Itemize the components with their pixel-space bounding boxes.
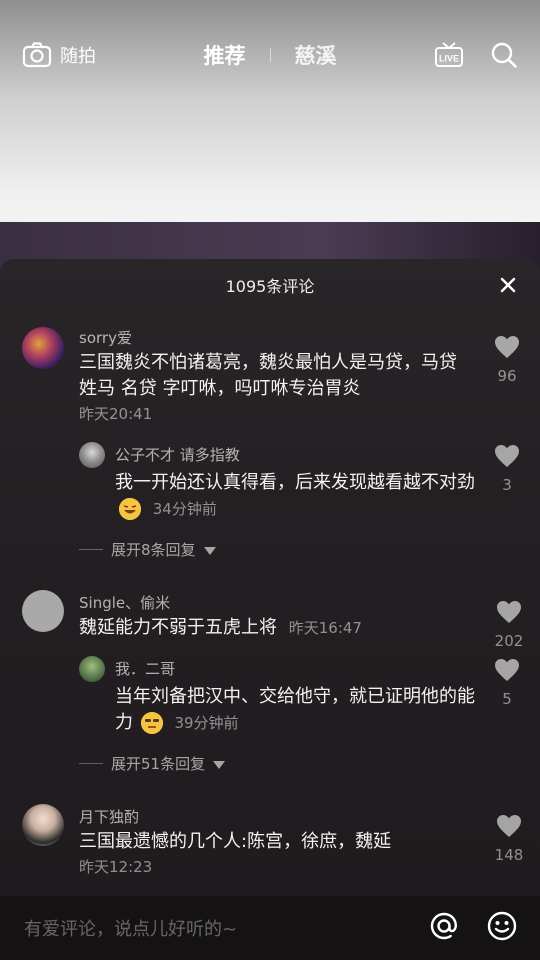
comment-body: 魏延能力不弱于五虎上将 [79, 617, 277, 638]
avatar[interactable] [22, 327, 64, 369]
comment-username[interactable]: sorry爱 [79, 327, 132, 348]
comment-text[interactable]: 魏延能力不弱于五虎上将 昨天16:47 [79, 615, 479, 641]
heart-icon [494, 335, 520, 363]
reply-time: 34分钟前 [152, 500, 217, 518]
heart-icon [496, 600, 522, 628]
heart-icon [494, 444, 520, 472]
like-button[interactable]: 202 [494, 600, 524, 650]
laughing-emoji-icon [119, 498, 141, 520]
avatar[interactable] [79, 656, 105, 682]
avatar[interactable] [22, 590, 64, 632]
reply-text[interactable]: 当年刘备把汉中、交给他守，就已证明他的能力 39分钟前 [115, 684, 477, 736]
comment-count-title: 1095条评论 [225, 277, 315, 296]
tab-local[interactable]: 慈溪 [295, 40, 337, 70]
camera-label: 随拍 [60, 46, 96, 67]
avatar[interactable] [79, 442, 105, 468]
comment-body: 三国最遗憾的几个人:陈宫，徐庶，魏延 [79, 831, 392, 852]
camera-button[interactable]: 随拍 [22, 42, 96, 68]
divider-line [79, 763, 103, 764]
like-count: 96 [497, 367, 517, 385]
at-mention-icon[interactable] [428, 910, 460, 946]
avatar[interactable] [22, 804, 64, 846]
comment-time: 昨天16:47 [288, 619, 362, 637]
divider-line [79, 549, 103, 550]
reply-username[interactable]: 公子不才 请多指教 [115, 444, 240, 465]
reply-time: 39分钟前 [174, 714, 239, 732]
comment-username[interactable]: Single、偷米 [79, 592, 170, 613]
like-button[interactable]: 148 [494, 814, 524, 864]
comment-time: 昨天20:41 [79, 405, 153, 423]
svg-text:LIVE: LIVE [439, 54, 459, 64]
comment-text[interactable]: 三国魏炎不怕诸葛亮，魏炎最怕人是马贷，马贷 姓马 名贷 字叮咻，吗叮咻专治胃炎 [79, 350, 479, 402]
comment-text[interactable]: 三国最遗憾的几个人:陈宫，徐庶，魏延 [79, 829, 479, 855]
comment-body: 三国魏炎不怕诸葛亮，魏炎最怕人是马贷，马贷 姓马 名贷 字叮咻，吗叮咻专治胃炎 [79, 352, 457, 399]
comment-username[interactable]: 月下独酌 [79, 806, 139, 827]
search-icon[interactable] [490, 41, 518, 69]
expand-replies-button[interactable]: 展开51条回复 [79, 753, 226, 774]
expand-replies-label: 展开8条回复 [111, 541, 196, 559]
comment-input-bar: 有爱评论，说点儿好听的~ [0, 896, 540, 960]
heart-icon [496, 814, 522, 842]
comment-time: 昨天12:23 [79, 858, 153, 876]
reply-body: 我一开始还认真得看，后来发现越看越不对劲 [115, 472, 475, 493]
caret-down-icon [213, 755, 226, 773]
comment-sheet: 1095条评论 sorry爱 三国魏炎不怕诸葛亮，魏炎最怕人是马贷，马贷 姓马 … [0, 259, 540, 896]
comment-input[interactable]: 有爱评论，说点儿好听的~ [24, 915, 237, 941]
like-count: 202 [494, 632, 524, 650]
close-icon[interactable] [496, 273, 520, 297]
heart-icon [494, 658, 520, 686]
reply-text[interactable]: 我一开始还认真得看，后来发现越看越不对劲 34分钟前 [115, 470, 477, 522]
like-count: 3 [502, 476, 512, 494]
like-count: 148 [494, 846, 524, 864]
live-icon[interactable]: LIVE [434, 41, 464, 69]
expand-replies-button[interactable]: 展开8条回复 [79, 539, 216, 560]
like-button[interactable]: 5 [492, 658, 522, 708]
expand-replies-label: 展开51条回复 [111, 755, 206, 773]
caret-down-icon [203, 541, 216, 559]
thinking-emoji-icon [140, 712, 163, 734]
like-count: 5 [502, 690, 512, 708]
reply-body: 当年刘备把汉中、交给他守，就已证明他的能力 [115, 686, 475, 733]
emoji-icon[interactable] [486, 910, 518, 946]
like-button[interactable]: 96 [492, 335, 522, 385]
reply-username[interactable]: 我．二哥 [115, 658, 175, 679]
camera-icon [22, 42, 52, 68]
tab-recommend[interactable]: 推荐 [204, 40, 246, 70]
tab-divider [269, 48, 271, 62]
sheet-header: 1095条评论 [0, 259, 540, 311]
like-button[interactable]: 3 [492, 444, 522, 494]
top-bar: 随拍 推荐 慈溪 LIVE [0, 30, 540, 80]
